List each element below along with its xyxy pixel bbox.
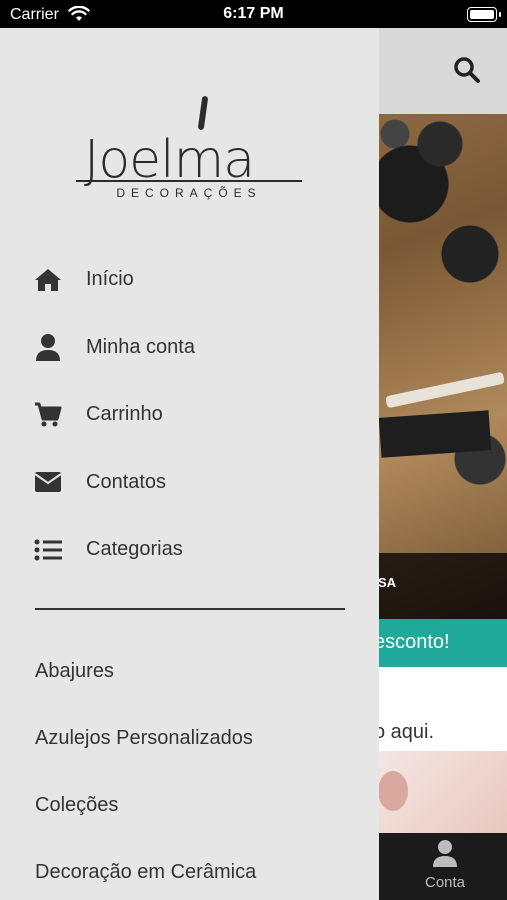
hero-banner-text: SA [378,575,397,590]
menu-item-minha-conta[interactable]: Minha conta [0,314,379,382]
battery-icon [467,7,501,22]
navigation-drawer: Joelma DECORAÇÕES Início Minha conta Car… [0,28,379,900]
menu-item-categorias[interactable]: Categorias [0,516,379,584]
logo-underline [76,180,302,182]
tab-conta-label: Conta [424,874,466,891]
category-list: Abajures Azulejos Personalizados Coleçõe… [0,638,379,900]
menu-item-label: Início [86,268,134,291]
menu-divider [35,608,345,610]
product-image[interactable] [378,751,507,833]
menu-item-label: Minha conta [86,335,195,358]
search-icon[interactable] [453,56,481,89]
clock: 6:17 PM [223,5,284,22]
menu-item-label: Carrinho [86,403,163,426]
cart-icon [34,401,62,429]
category-item-colecoes[interactable]: Coleções [0,772,379,839]
status-bar: Carrier 6:17 PM [0,0,507,28]
body-text: o aqui. [374,721,435,743]
category-item-abajures[interactable]: Abajures [0,638,379,705]
hero-decor [378,410,492,458]
list-icon [34,536,62,564]
promo-text: esconto! [374,631,450,653]
menu-item-contatos[interactable]: Contatos [0,449,379,517]
menu-item-label: Categorias [86,538,183,561]
menu-item-carrinho[interactable]: Carrinho [0,381,379,449]
tab-conta[interactable]: Conta [412,839,478,891]
menu-item-label: Contatos [86,470,167,493]
user-icon [433,840,457,867]
category-item-azulejos[interactable]: Azulejos Personalizados [0,705,379,772]
drawer-menu: Início Minha conta Carrinho Contatos Cat… [0,246,379,584]
logo-subtitle: DECORAÇÕES [116,186,262,200]
home-icon [34,266,62,294]
user-icon [34,333,62,362]
brand-logo: Joelma DECORAÇÕES [76,90,306,210]
logo-stroke [197,95,209,131]
hero-decor [385,371,505,409]
category-item-decoracao-ceramica[interactable]: Decoração em Cerâmica [0,839,379,900]
menu-item-inicio[interactable]: Início [0,246,379,314]
envelope-icon [34,468,62,496]
